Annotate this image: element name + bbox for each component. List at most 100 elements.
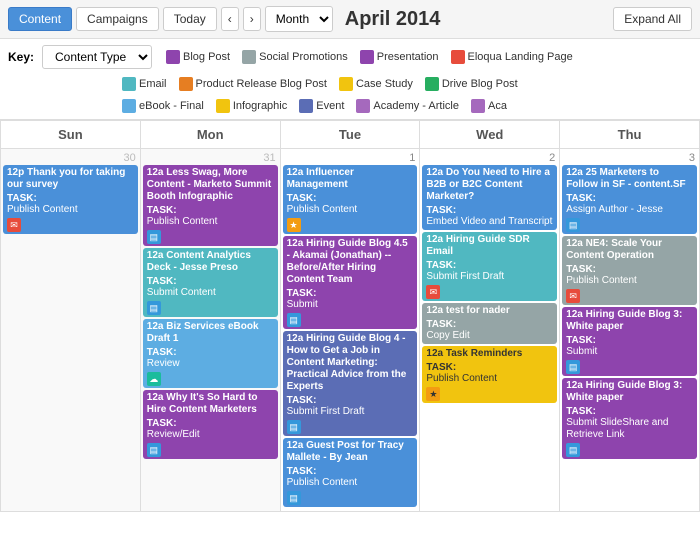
- event-card[interactable]: 12a Task Reminders TASK: Publish Content…: [422, 346, 557, 403]
- expand-all-button[interactable]: Expand All: [613, 7, 692, 31]
- today-button[interactable]: Today: [163, 7, 217, 31]
- event-time: 12a: [566, 238, 585, 249]
- legend-bar: Key: Content Type Blog Post Social Promo…: [0, 39, 700, 120]
- doc-icon: ▤: [287, 491, 301, 505]
- day-apr2: 2 12a Do You Need to Hire a B2B or B2C C…: [420, 149, 560, 512]
- event-card[interactable]: 12a Do You Need to Hire a B2B or B2C Con…: [422, 165, 557, 230]
- task-label: TASK:: [147, 276, 274, 287]
- task-label: TASK:: [426, 319, 553, 330]
- legend-blog-post: Blog Post: [166, 50, 230, 64]
- drive-blog-color: [425, 77, 439, 91]
- email-color: [122, 77, 136, 91]
- event-card[interactable]: 12a Hiring Guide Blog 3: White paper TAS…: [562, 378, 697, 459]
- task-label: TASK:: [566, 264, 693, 275]
- doc-icon: ▤: [147, 443, 161, 457]
- event-title: test for nader: [446, 305, 510, 316]
- event-card[interactable]: 12a NE4: Scale Your Content Operation TA…: [562, 236, 697, 305]
- event-card[interactable]: 12a Why It's So Hard to Hire Content Mar…: [143, 390, 278, 459]
- day-number: 31: [143, 151, 278, 165]
- blog-post-label: Blog Post: [183, 51, 230, 63]
- email-icon: ✉: [426, 285, 440, 299]
- event-card[interactable]: 12p Thank you for taking our survey TASK…: [3, 165, 138, 234]
- legend-drive-blog: Drive Blog Post: [425, 77, 518, 91]
- event-card[interactable]: 12a Biz Services eBook Draft 1 TASK: Rev…: [143, 319, 278, 388]
- month-select[interactable]: Month: [265, 6, 333, 32]
- task-label: TASK:: [426, 260, 553, 271]
- event-card[interactable]: 12a Hiring Guide Blog 4.5 - Akamai (Jona…: [283, 236, 418, 329]
- day-mar30: 30 12p Thank you for taking our survey T…: [1, 149, 141, 512]
- weekday-thu: Thu: [560, 121, 700, 149]
- legend-eloqua: Eloqua Landing Page: [451, 50, 573, 64]
- task-value: Publish Content: [287, 477, 414, 489]
- task-label: TASK:: [287, 288, 414, 299]
- legend-social-promotions: Social Promotions: [242, 50, 348, 64]
- academy-color: [356, 99, 370, 113]
- legend-academy: Academy - Article: [356, 99, 459, 113]
- task-value: Submit: [287, 299, 414, 311]
- task-value: Review/Edit: [147, 429, 274, 441]
- star-icon: ★: [426, 387, 440, 401]
- infographic-color: [216, 99, 230, 113]
- campaigns-tab-button[interactable]: Campaigns: [76, 7, 159, 31]
- email-icon: ✉: [566, 289, 580, 303]
- event-card[interactable]: 12a Content Analytics Deck - Jesse Preso…: [143, 248, 278, 317]
- next-button[interactable]: ›: [243, 7, 261, 31]
- academy-label: Academy - Article: [373, 100, 459, 112]
- event-title: Do You Need to Hire a B2B or B2C Content…: [426, 167, 550, 202]
- event-time: 12a: [566, 309, 585, 320]
- case-study-color: [339, 77, 353, 91]
- event-time: 12a: [426, 348, 445, 359]
- task-label: TASK:: [287, 466, 414, 477]
- event-card[interactable]: 12a Influencer Management TASK: Publish …: [283, 165, 418, 234]
- event-card[interactable]: 12a Hiring Guide Blog 4 - How to Get a J…: [283, 331, 418, 436]
- event-card[interactable]: 12a Less Swag, More Content - Marketo Su…: [143, 165, 278, 246]
- content-tab-button[interactable]: Content: [8, 7, 72, 31]
- content-type-dropdown[interactable]: Content Type: [42, 45, 152, 69]
- weekday-wed: Wed: [420, 121, 560, 149]
- presentation-color: [360, 50, 374, 64]
- day-number: 2: [422, 151, 557, 165]
- event-title: Less Swag, More Content - Marketo Summit…: [147, 167, 271, 202]
- event-card[interactable]: 12a Hiring Guide SDR Email TASK: Submit …: [422, 232, 557, 301]
- social-promotions-label: Social Promotions: [259, 51, 348, 63]
- legend-case-study: Case Study: [339, 77, 413, 91]
- task-value: Publish Content: [426, 373, 553, 385]
- product-release-color: [179, 77, 193, 91]
- event-card[interactable]: 12a test for nader TASK: Copy Edit: [422, 303, 557, 344]
- day-number: 30: [3, 151, 138, 165]
- task-value: Assign Author - Jesse: [566, 204, 693, 216]
- prev-button[interactable]: ‹: [221, 7, 239, 31]
- doc-icon: ▤: [147, 230, 161, 244]
- social-promotions-color: [242, 50, 256, 64]
- task-value: Publish Content: [147, 216, 274, 228]
- event-time: 12a: [147, 250, 166, 261]
- day-mar31: 31 12a Less Swag, More Content - Marketo…: [140, 149, 280, 512]
- product-release-label: Product Release Blog Post: [196, 78, 327, 90]
- calendar-row-1: 30 12p Thank you for taking our survey T…: [1, 149, 700, 512]
- aca-label: Aca: [488, 100, 507, 112]
- event-color: [299, 99, 313, 113]
- event-time: 12a: [287, 440, 306, 451]
- task-label: TASK:: [7, 193, 134, 204]
- drive-blog-label: Drive Blog Post: [442, 78, 518, 90]
- weekday-mon: Mon: [140, 121, 280, 149]
- eloqua-color: [451, 50, 465, 64]
- event-time: 12a: [147, 321, 166, 332]
- ebook-label: eBook - Final: [139, 100, 204, 112]
- task-value: Publish Content: [287, 204, 414, 216]
- event-time: 12a: [566, 167, 585, 178]
- event-card[interactable]: 12a Guest Post for Tracy Mallete - By Je…: [283, 438, 418, 507]
- event-time: 12a: [287, 167, 306, 178]
- task-value: Submit SlideShare and Retrieve Link: [566, 417, 693, 441]
- event-card[interactable]: 12a Hiring Guide Blog 3: White paper TAS…: [562, 307, 697, 376]
- blog-post-color: [166, 50, 180, 64]
- event-card[interactable]: 12a 25 Marketers to Follow in SF - conte…: [562, 165, 697, 234]
- day-apr3: 3 12a 25 Marketers to Follow in SF - con…: [560, 149, 700, 512]
- task-label: TASK:: [287, 193, 414, 204]
- task-value: Publish Content: [566, 275, 693, 287]
- event-time: 12a: [426, 167, 445, 178]
- doc-icon: ▤: [566, 443, 580, 457]
- legend-aca: Aca: [471, 99, 507, 113]
- legend-product-release: Product Release Blog Post: [179, 77, 327, 91]
- aca-color: [471, 99, 485, 113]
